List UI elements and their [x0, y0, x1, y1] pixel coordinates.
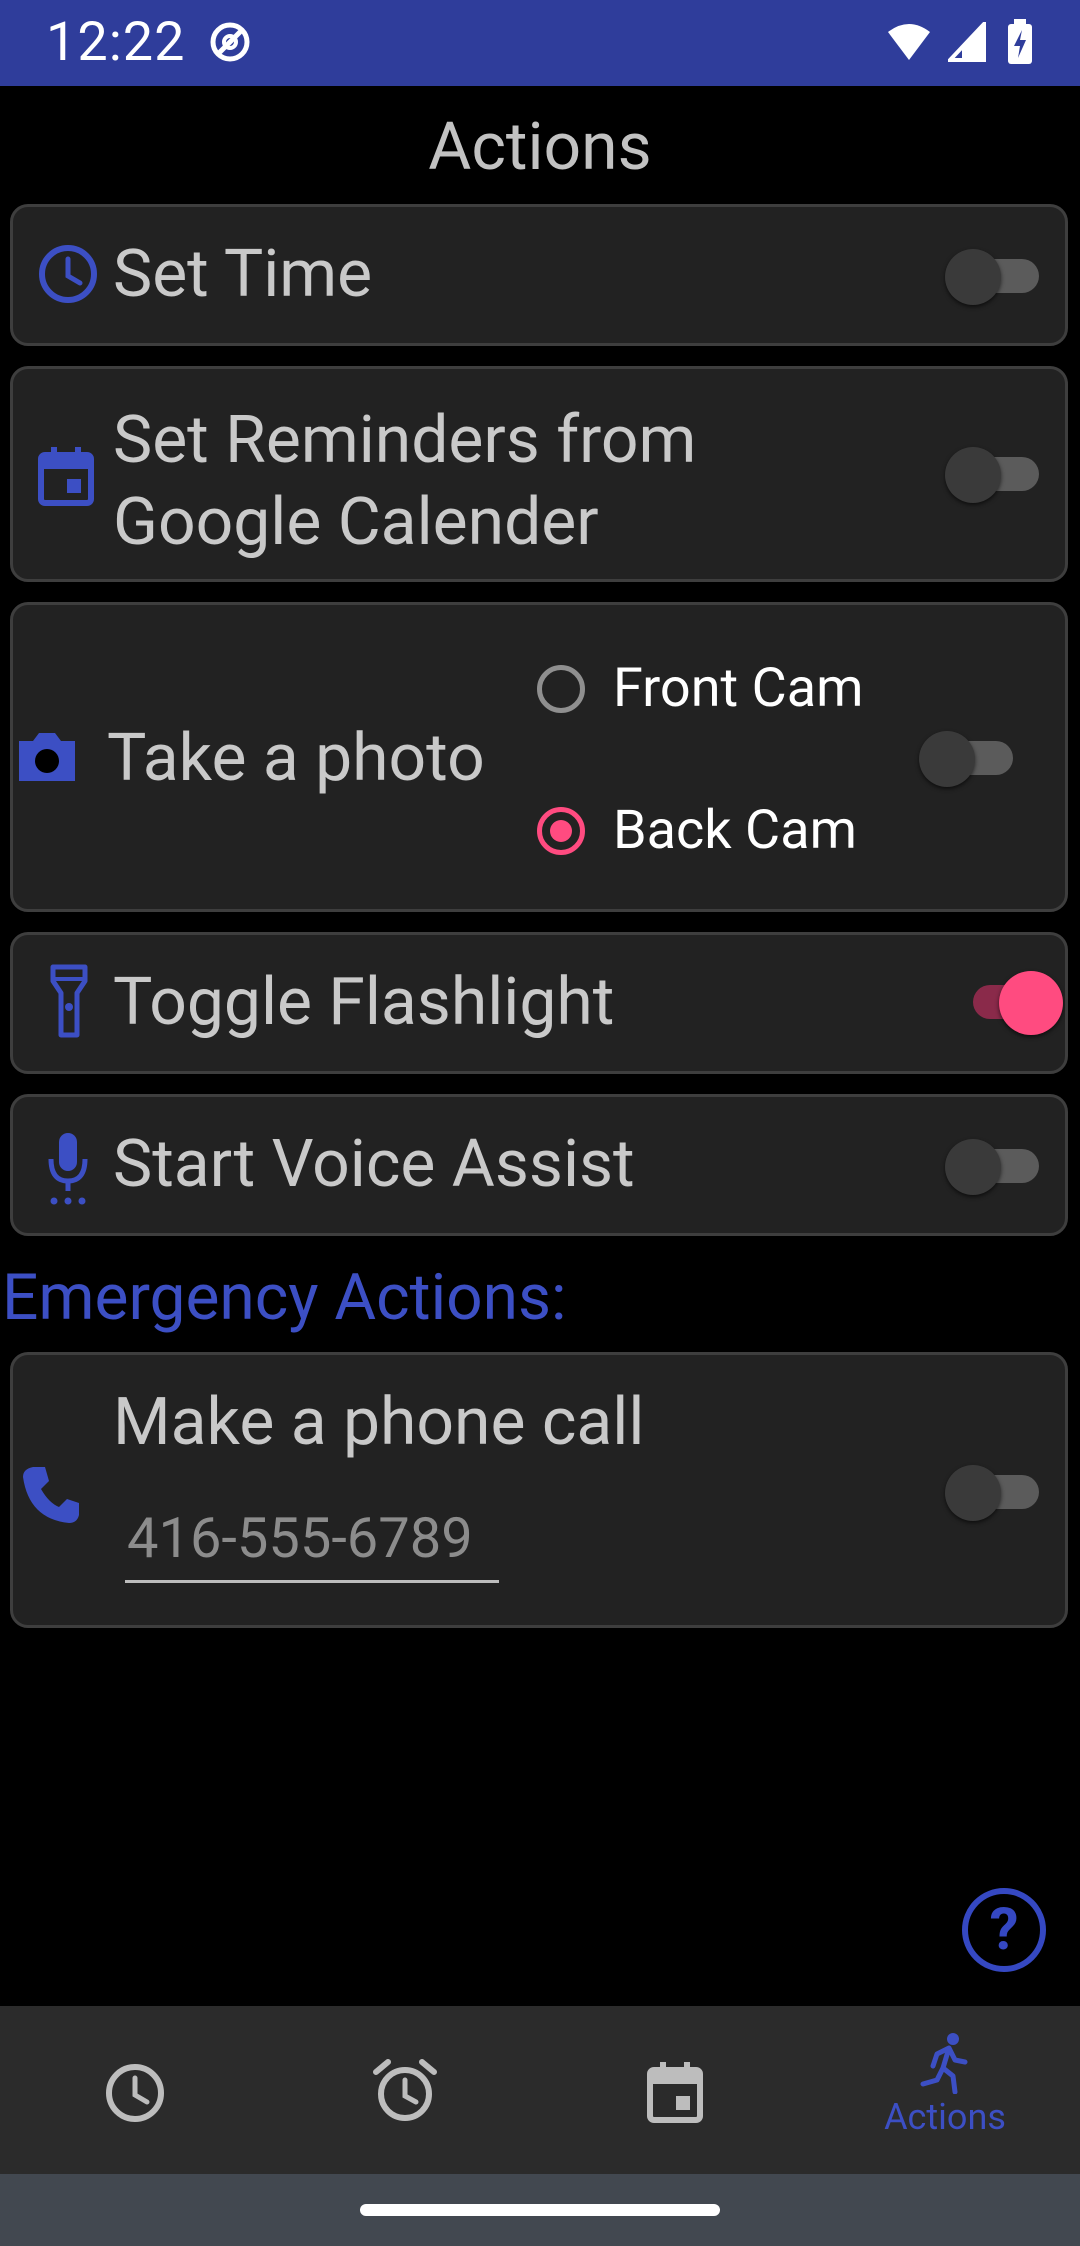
phone-number-input[interactable] — [125, 1495, 499, 1583]
toggle-take-photo[interactable] — [919, 727, 1015, 787]
nav-item-actions[interactable]: Actions — [810, 2006, 1080, 2174]
help-button-label: ? — [989, 1896, 1019, 1964]
action-card-toggle-flashlight: Toggle Flashlight — [10, 932, 1068, 1074]
action-label-voice-assist: Start Voice Assist — [113, 1126, 635, 1203]
battery-charging-icon — [1008, 19, 1032, 64]
running-person-icon — [920, 2033, 968, 2094]
toggle-voice-assist[interactable] — [945, 1135, 1041, 1195]
microphone-icon — [48, 1133, 88, 1205]
toggle-phone-call[interactable] — [945, 1461, 1041, 1521]
status-time: 12:22 — [46, 11, 186, 74]
nav-label-actions: Actions — [884, 2096, 1006, 2138]
flashlight-icon — [50, 964, 88, 1038]
radio-front-cam-circle[interactable] — [537, 664, 585, 713]
toggle-set-time[interactable] — [945, 245, 1041, 305]
bottom-navigation: Actions — [0, 2006, 1080, 2174]
calendar-icon — [647, 2062, 703, 2123]
action-card-voice-assist: Start Voice Assist — [10, 1094, 1068, 1236]
action-card-set-reminders: Set Reminders from Google Calender — [10, 366, 1068, 582]
calendar-icon — [38, 447, 94, 506]
nav-item-alarm[interactable] — [270, 2006, 540, 2174]
nav-item-calendar[interactable] — [540, 2006, 810, 2174]
alarm-icon — [373, 2059, 437, 2121]
action-card-set-time: Set Time — [10, 204, 1068, 346]
phone-icon — [23, 1467, 79, 1523]
status-bar: 12:22 — [0, 0, 1080, 86]
gesture-navigation-bar — [0, 2174, 1080, 2246]
toggle-set-reminders[interactable] — [945, 443, 1041, 503]
do-not-disturb-icon — [210, 22, 250, 62]
radio-back-cam[interactable]: Back Cam — [537, 799, 857, 862]
wifi-icon — [888, 24, 930, 60]
radio-back-cam-circle[interactable] — [537, 806, 585, 855]
action-label-set-reminders-line2: Google Calender — [113, 484, 599, 561]
action-card-phone-call: Make a phone call — [10, 1352, 1068, 1628]
clock-icon — [106, 2064, 164, 2122]
action-label-phone-call: Make a phone call — [113, 1384, 645, 1461]
signal-icon — [948, 22, 986, 62]
radio-front-cam[interactable]: Front Cam — [537, 657, 864, 720]
action-label-set-reminders-line1: Set Reminders from — [113, 402, 697, 479]
page-title: Actions — [428, 109, 652, 186]
nav-item-clock[interactable] — [0, 2006, 270, 2174]
radio-front-cam-label: Front Cam — [613, 657, 864, 720]
action-card-take-photo: Take a photo Front Cam Back Cam — [10, 602, 1068, 912]
toggle-flashlight[interactable] — [953, 971, 1063, 1035]
help-button[interactable]: ? — [962, 1888, 1046, 1972]
action-label-take-photo: Take a photo — [107, 720, 485, 797]
clock-icon — [39, 245, 97, 303]
action-label-set-time: Set Time — [113, 236, 373, 313]
action-label-toggle-flashlight: Toggle Flashlight — [113, 964, 615, 1041]
camera-icon — [19, 733, 75, 781]
home-gesture-handle[interactable] — [360, 2204, 720, 2216]
radio-back-cam-label: Back Cam — [613, 799, 857, 862]
emergency-section-title: Emergency Actions: — [2, 1260, 567, 1335]
